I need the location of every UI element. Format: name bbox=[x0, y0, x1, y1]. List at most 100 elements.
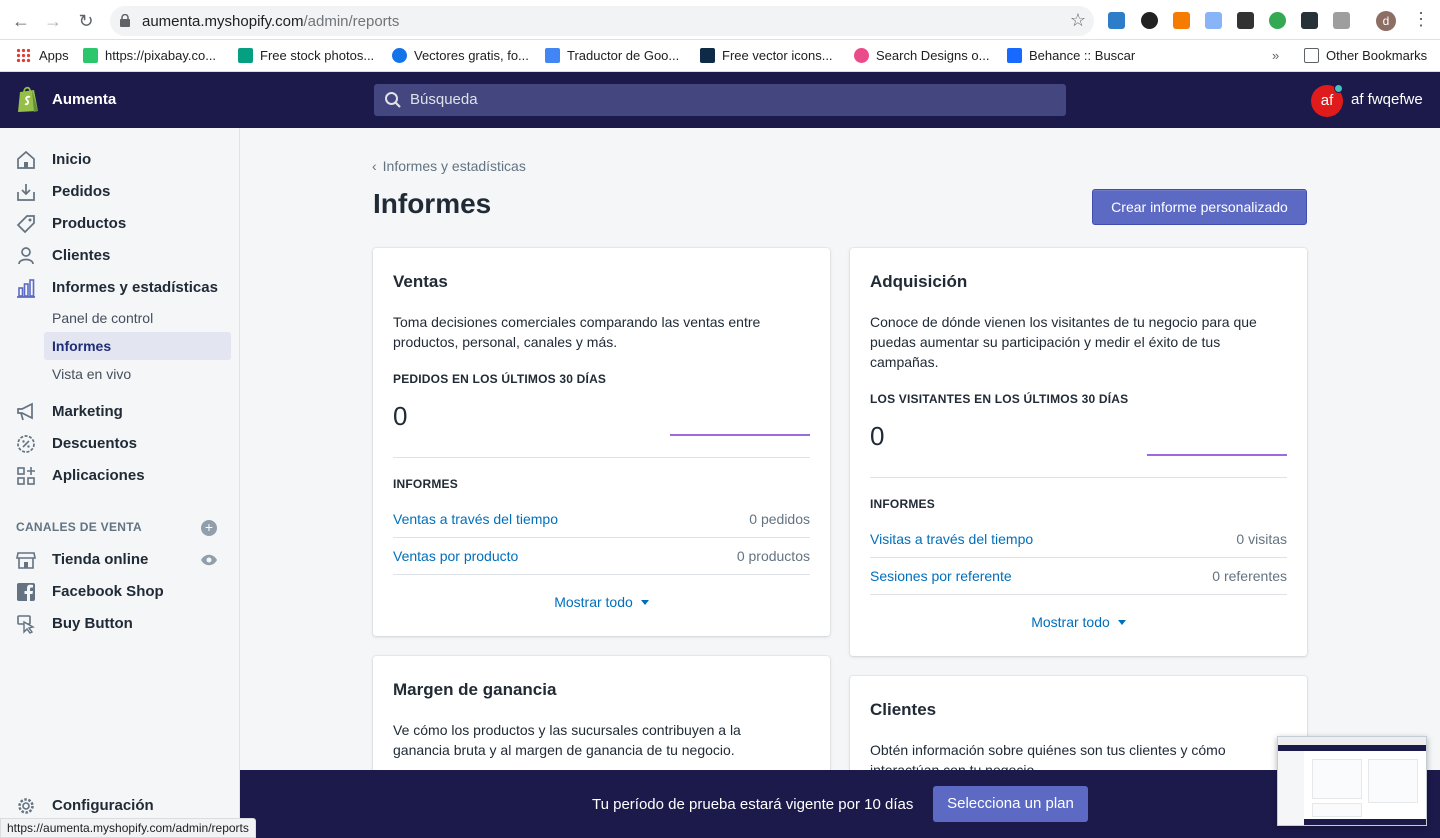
megaphone-icon bbox=[17, 402, 33, 421]
select-plan-button[interactable]: Selecciona un plan bbox=[933, 786, 1088, 822]
apps-grid-icon bbox=[16, 48, 31, 63]
report-link[interactable]: Ventas a través del tiempo bbox=[393, 511, 558, 527]
sidebar-item-inicio[interactable]: Inicio bbox=[0, 144, 240, 176]
bookmark-pixabay[interactable]: https://pixabay.co... bbox=[83, 46, 216, 66]
bookmark-label: Free stock photos... bbox=[260, 48, 375, 63]
chevron-left-icon: ‹ bbox=[372, 158, 377, 174]
breadcrumb[interactable]: ‹ Informes y estadísticas bbox=[372, 158, 526, 174]
thumbnail-sidebar bbox=[1278, 751, 1304, 825]
sparkline bbox=[1147, 454, 1287, 456]
user-name[interactable]: af fwqefwe bbox=[1351, 91, 1423, 108]
sidebar-item-label: Tienda online bbox=[52, 551, 149, 568]
card-description: Ve cómo los productos y las sucursales c… bbox=[393, 722, 741, 758]
address-bar[interactable]: aumenta.myshopify.com/admin/reports ☆ bbox=[110, 6, 1094, 36]
extension-k-icon[interactable] bbox=[1141, 12, 1158, 29]
admin-topbar: Aumenta Búsqueda af af fwqefwe bbox=[0, 72, 1440, 128]
sidebar-item-facebook-shop[interactable]: Facebook Shop bbox=[0, 576, 240, 608]
metric-value: 0 bbox=[393, 401, 408, 431]
report-link[interactable]: Sesiones por referente bbox=[870, 568, 1012, 584]
profile-avatar[interactable]: d bbox=[1376, 11, 1396, 31]
sidebar-item-descuentos[interactable]: Descuentos bbox=[0, 428, 240, 460]
caret-down-icon bbox=[640, 600, 649, 605]
show-all-button[interactable]: Mostrar todo bbox=[850, 614, 1307, 630]
sidebar-item-productos[interactable]: Productos bbox=[0, 208, 240, 240]
status-url: https://aumenta.myshopify.com/admin/repo… bbox=[0, 818, 256, 838]
flaticon-icon bbox=[700, 48, 715, 63]
sidebar-item-label: Aplicaciones bbox=[52, 467, 145, 484]
screenshot-thumbnail[interactable] bbox=[1277, 736, 1427, 826]
google-translate-icon bbox=[545, 48, 560, 63]
search-icon bbox=[385, 92, 401, 108]
extension-react-icon[interactable] bbox=[1301, 12, 1318, 29]
bookmarks-overflow-icon[interactable]: » bbox=[1272, 46, 1279, 66]
report-row: Ventas por producto 0 productos bbox=[393, 538, 810, 575]
bookmark-freepik[interactable]: Vectores gratis, fo... bbox=[392, 46, 529, 66]
bookmark-label: Behance :: Buscar bbox=[1029, 48, 1136, 63]
bookmark-apps[interactable]: Apps bbox=[16, 46, 69, 66]
add-channel-icon[interactable]: + bbox=[201, 520, 217, 536]
store-name[interactable]: Aumenta bbox=[52, 91, 116, 108]
report-row: Ventas a través del tiempo 0 pedidos bbox=[393, 501, 810, 538]
forward-icon[interactable]: → bbox=[42, 10, 64, 32]
thumbnail-card bbox=[1312, 803, 1362, 817]
person-icon bbox=[18, 247, 34, 265]
url-text: aumenta.myshopify.com/admin/reports bbox=[142, 13, 399, 30]
sidebar-item-informes[interactable]: Informes y estadísticas bbox=[0, 272, 240, 304]
bookmark-pexels[interactable]: Free stock photos... bbox=[238, 46, 374, 66]
shopify-logo-icon[interactable] bbox=[16, 84, 40, 114]
bookmark-dribbble[interactable]: Search Designs o... bbox=[854, 46, 989, 66]
sidebar-item-pedidos[interactable]: Pedidos bbox=[0, 176, 240, 208]
bookmark-translate[interactable]: Traductor de Goo... bbox=[545, 46, 679, 66]
reload-icon[interactable]: ↻ bbox=[75, 10, 97, 32]
bookmark-star-icon[interactable]: ☆ bbox=[1070, 10, 1086, 31]
extension-check-icon[interactable] bbox=[1269, 12, 1286, 29]
extension-shield-icon[interactable] bbox=[1237, 12, 1254, 29]
sidebar-subitem-label: Panel de control bbox=[52, 310, 154, 326]
metric-label: PEDIDOS EN LOS ÚLTIMOS 30 DÍAS bbox=[393, 372, 607, 386]
breadcrumb-label: Informes y estadísticas bbox=[382, 158, 526, 174]
create-custom-report-button[interactable]: Crear informe personalizado bbox=[1092, 189, 1307, 225]
browser-menu-icon[interactable]: ⋮ bbox=[1412, 9, 1430, 30]
sidebar-subitem-vista-en-vivo[interactable]: Vista en vivo bbox=[44, 360, 231, 388]
sidebar-item-label: Inicio bbox=[52, 151, 92, 168]
extension-paint-icon[interactable] bbox=[1333, 12, 1350, 29]
report-link[interactable]: Ventas por producto bbox=[393, 548, 518, 564]
back-icon[interactable]: ← bbox=[10, 10, 32, 32]
sidebar-item-clientes[interactable]: Clientes bbox=[0, 240, 240, 272]
show-all-button[interactable]: Mostrar todo bbox=[373, 594, 830, 610]
sidebar-item-aplicaciones[interactable]: Aplicaciones bbox=[0, 460, 240, 492]
lock-icon bbox=[120, 14, 130, 27]
bookmark-flaticon[interactable]: Free vector icons... bbox=[700, 46, 833, 66]
card-description: Toma decisiones comerciales comparando l… bbox=[393, 314, 761, 350]
sidebar-subitem-panel[interactable]: Panel de control bbox=[44, 304, 231, 332]
dribbble-icon bbox=[854, 48, 869, 63]
report-link[interactable]: Visitas a través del tiempo bbox=[870, 531, 1033, 547]
sidebar-item-marketing[interactable]: Marketing bbox=[0, 396, 240, 428]
thumbnail-footer bbox=[1304, 819, 1426, 825]
sidebar: Inicio Pedidos Productos Clientes Inform… bbox=[0, 128, 240, 838]
sidebar-item-label: Buy Button bbox=[52, 615, 133, 632]
sidebar-subitem-informes[interactable]: Informes bbox=[44, 332, 231, 360]
extension-s-icon[interactable] bbox=[1108, 12, 1125, 29]
report-row: Visitas a través del tiempo 0 visitas bbox=[870, 521, 1287, 558]
extension-chart-icon[interactable] bbox=[1173, 12, 1190, 29]
bookmark-label: Search Designs o... bbox=[876, 48, 990, 63]
apps-icon bbox=[17, 467, 35, 485]
bookmark-behance[interactable]: Behance :: Buscar bbox=[1007, 46, 1135, 66]
card-description: Conoce de dónde vienen los visitantes de… bbox=[870, 314, 1257, 370]
eye-icon[interactable] bbox=[200, 553, 218, 567]
other-bookmarks[interactable]: Other Bookmarks bbox=[1304, 46, 1427, 66]
pixabay-icon bbox=[83, 48, 98, 63]
sidebar-item-buy-button[interactable]: Buy Button bbox=[0, 608, 240, 640]
freepik-icon bbox=[392, 48, 407, 63]
bookmark-label: Vectores gratis, fo... bbox=[414, 48, 529, 63]
buy-button-icon bbox=[17, 615, 35, 634]
sidebar-item-tienda-online[interactable]: Tienda online bbox=[0, 544, 240, 576]
behance-icon bbox=[1007, 48, 1022, 63]
search-input[interactable]: Búsqueda bbox=[374, 84, 1066, 116]
row-divider bbox=[870, 594, 1287, 595]
settings-label: Configuración bbox=[52, 797, 154, 814]
trial-text: Tu período de prueba estará vigente por … bbox=[592, 796, 914, 813]
pexels-icon bbox=[238, 48, 253, 63]
extension-translate-icon[interactable] bbox=[1205, 12, 1222, 29]
